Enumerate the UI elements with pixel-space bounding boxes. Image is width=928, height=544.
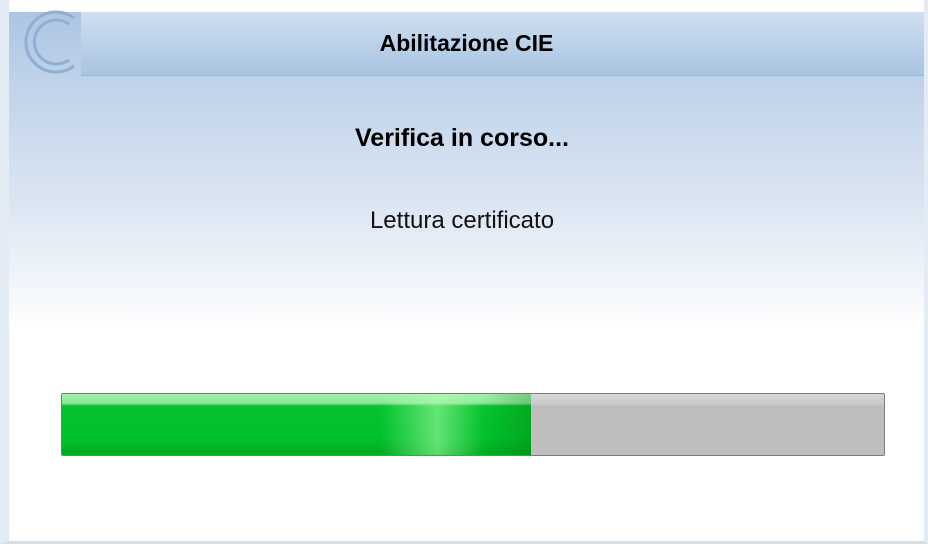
cie-logo-icon [24,10,75,74]
title-bar: Abilitazione CIE [81,12,924,76]
dialog-window: Abilitazione CIE Verifica in corso... Le… [0,0,928,544]
progress-bar [61,393,885,456]
progress-fill [62,394,531,455]
status-text: Lettura certificato [369,207,555,234]
verification-heading: Verifica in corso... [355,124,569,152]
window-title: Abilitazione CIE [379,30,554,56]
